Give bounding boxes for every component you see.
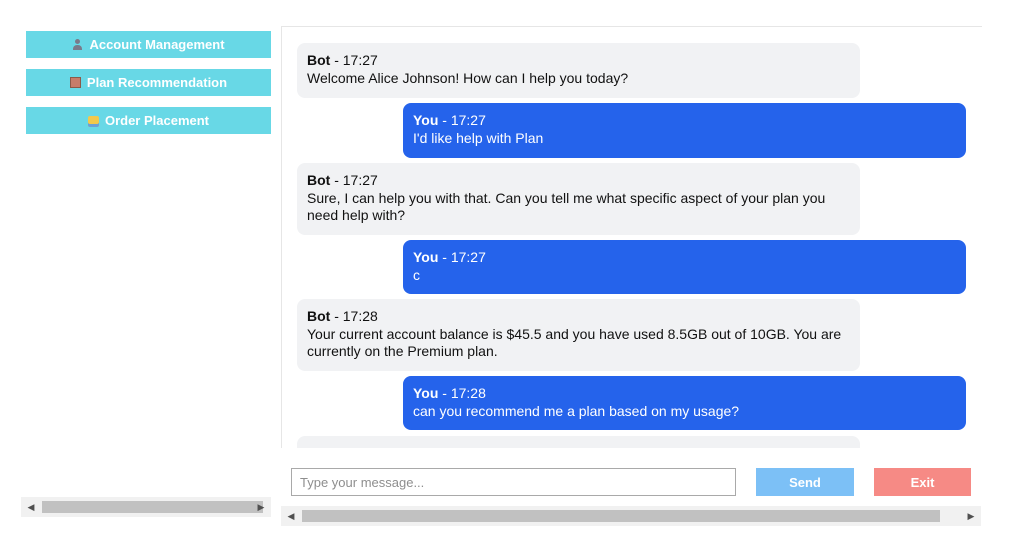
message-time: - 17:27 [438, 112, 486, 128]
message-time: - 17:27 [330, 52, 378, 68]
chat-history[interactable]: Bot - 17:27 Welcome Alice Johnson! How c… [281, 26, 982, 448]
bot-message: Bot - 17:28 Your current account balance… [297, 299, 860, 371]
message-text: c [413, 266, 420, 283]
sidebar: Account Management Plan Recommendation O… [26, 31, 271, 145]
message-text: Welcome Alice Johnson! How can I help yo… [307, 69, 629, 86]
message-sender: You [413, 385, 439, 401]
message-time: - 17:27 [330, 172, 378, 188]
message-sender: Bot [307, 308, 331, 324]
user-icon [72, 39, 83, 50]
message-sender: You [413, 112, 439, 128]
exit-button[interactable]: Exit [874, 468, 971, 496]
message-sender: Bot [307, 52, 331, 68]
order-placement-label: Order Placement [104, 113, 210, 128]
bot-message: Bot - 17:27 Sure, I can help you with th… [297, 163, 860, 235]
account-management-button[interactable]: Account Management [26, 31, 271, 58]
user-message: You - 17:27 I'd like help with Plan [403, 103, 966, 158]
main-horizontal-scrollbar[interactable]: ◀ ▶ [281, 506, 981, 526]
scrollbar-thumb[interactable] [42, 501, 263, 513]
calculator-icon [69, 77, 81, 88]
message-sender: You [413, 249, 439, 265]
message-text: Your current account balance is $45.5 an… [307, 325, 842, 360]
user-message: You - 17:27 c [403, 240, 966, 294]
sidebar-horizontal-scrollbar[interactable]: ◀ ▶ [21, 497, 271, 517]
scrollbar-thumb[interactable] [302, 510, 940, 522]
send-button[interactable]: Send [756, 468, 854, 496]
scroll-left-arrow-icon[interactable]: ◀ [281, 506, 301, 526]
bot-message-partial [297, 436, 860, 448]
plan-recommendation-label: Plan Recommendation [86, 75, 228, 90]
account-management-label: Account Management [89, 37, 225, 52]
message-time: - 17:28 [330, 308, 378, 324]
user-message: You - 17:28 can you recommend me a plan … [403, 376, 966, 430]
bot-message: Bot - 17:27 Welcome Alice Johnson! How c… [297, 43, 860, 98]
scroll-right-arrow-icon[interactable]: ▶ [251, 497, 271, 517]
message-time: - 17:28 [438, 385, 486, 401]
message-text: I'd like help with Plan [413, 129, 544, 146]
message-time: - 17:27 [438, 249, 486, 265]
message-text: Sure, I can help you with that. Can you … [307, 189, 826, 224]
shopping-bag-icon [87, 116, 99, 127]
message-sender: Bot [307, 172, 331, 188]
message-input[interactable] [291, 468, 736, 496]
scroll-right-arrow-icon[interactable]: ▶ [961, 506, 981, 526]
plan-recommendation-button[interactable]: Plan Recommendation [26, 69, 271, 96]
order-placement-button[interactable]: Order Placement [26, 107, 271, 134]
message-text: can you recommend me a plan based on my … [413, 402, 740, 419]
scroll-left-arrow-icon[interactable]: ◀ [21, 497, 41, 517]
